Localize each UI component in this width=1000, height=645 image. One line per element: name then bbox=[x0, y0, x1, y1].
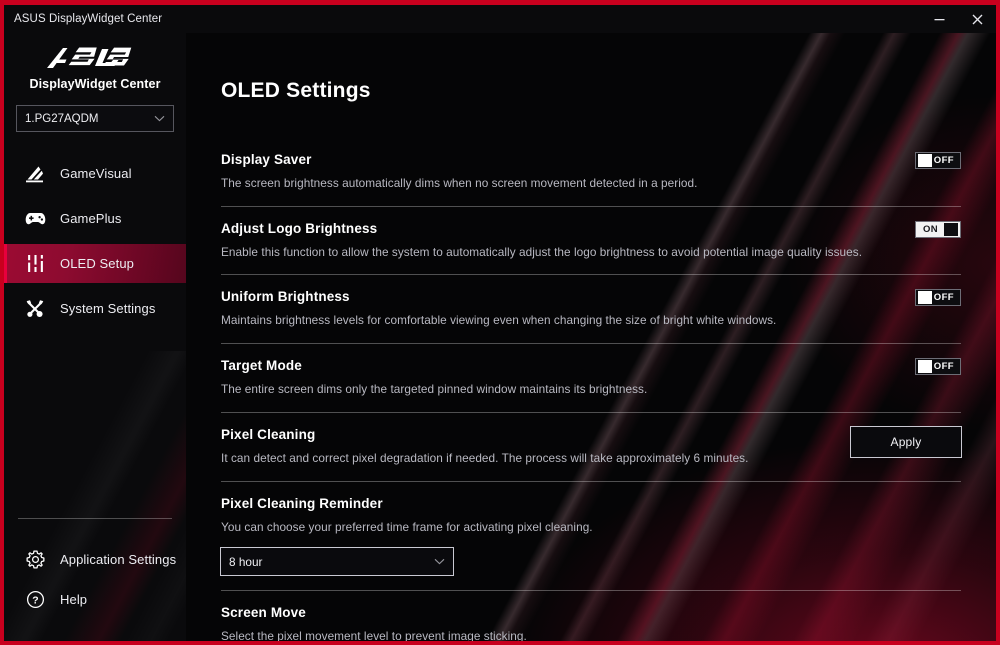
asus-logo bbox=[47, 47, 132, 68]
page-title: OLED Settings bbox=[221, 79, 371, 102]
minimize-icon bbox=[934, 18, 944, 20]
setting-title: Screen Move bbox=[221, 605, 306, 621]
setting-row-pixel-cleaning-reminder: Pixel Cleaning Reminder You can choose y… bbox=[220, 482, 996, 592]
setting-description: Enable this function to allow the system… bbox=[221, 244, 863, 259]
dropdown-value: 8 hour bbox=[229, 554, 263, 569]
sidebar-item-label: GameVisual bbox=[60, 166, 132, 181]
question-circle-icon: ? bbox=[24, 588, 46, 610]
uniform-brightness-toggle[interactable]: OFF bbox=[915, 289, 961, 307]
brand-subtitle: DisplayWidget Center bbox=[29, 77, 161, 91]
sidebar-nav: GameVisual GamePlus OLED Setup System Se… bbox=[4, 154, 186, 328]
sidebar-item-label: Help bbox=[60, 591, 88, 607]
setting-row-pixel-cleaning: Pixel Cleaning It can detect and correct… bbox=[221, 413, 996, 482]
sidebar-item-gameplus[interactable]: GamePlus bbox=[4, 199, 186, 238]
setting-title: Pixel Cleaning Reminder bbox=[221, 495, 383, 511]
content-scroll: OLED Settings Display Saver The screen b… bbox=[186, 33, 996, 641]
close-icon bbox=[972, 14, 982, 24]
sidebar-item-system-settings[interactable]: System Settings bbox=[4, 289, 186, 328]
svg-text:?: ? bbox=[32, 595, 38, 606]
setting-title: Adjust Logo Brightness bbox=[221, 220, 378, 236]
setting-title: Pixel Cleaning bbox=[221, 426, 316, 442]
setting-description: It can detect and correct pixel degradat… bbox=[221, 450, 749, 465]
sidebar-item-application-settings[interactable]: Application Settings bbox=[4, 541, 186, 577]
toggle-state-label: OFF bbox=[933, 155, 954, 166]
adjust-logo-brightness-toggle[interactable]: ON bbox=[915, 220, 961, 238]
target-mode-toggle[interactable]: OFF bbox=[915, 358, 961, 376]
setting-title: Target Mode bbox=[221, 358, 302, 374]
setting-description: Maintains brightness levels for comforta… bbox=[221, 313, 777, 328]
toggle-state-label: OFF bbox=[933, 361, 954, 373]
monitor-select-value: 1.PG27AQDM bbox=[25, 112, 99, 125]
sidebar-item-label: OLED Setup bbox=[60, 256, 134, 271]
window-controls bbox=[920, 5, 996, 33]
toggle-knob bbox=[918, 360, 932, 374]
setting-row-display-saver: Display Saver The screen brightness auto… bbox=[221, 138, 996, 207]
title-bar: ASUS DisplayWidget Center bbox=[4, 5, 996, 33]
app-window-frame: ASUS DisplayWidget Center DisplayWidget … bbox=[0, 0, 1000, 645]
sidebar-item-label: Application Settings bbox=[60, 551, 177, 567]
setting-row-screen-move: Screen Move Select the pixel movement le… bbox=[221, 591, 996, 641]
chevron-down-icon bbox=[154, 115, 165, 122]
sidebar-item-help[interactable]: ? Help bbox=[4, 581, 186, 617]
pixel-cleaning-reminder-dropdown[interactable]: 8 hour bbox=[220, 547, 455, 577]
setting-description: The screen brightness automatically dims… bbox=[221, 176, 698, 190]
setting-title: Display Saver bbox=[221, 152, 312, 167]
setting-description: You can choose your preferred time frame… bbox=[221, 519, 593, 534]
setting-row-uniform-brightness: Uniform Brightness Maintains brightness … bbox=[221, 275, 996, 345]
setting-row-target-mode: Target Mode The entire screen dims only … bbox=[221, 344, 996, 413]
gear-icon bbox=[24, 548, 46, 570]
setting-control: OFF bbox=[915, 358, 961, 376]
sidebar: DisplayWidget Center 1.PG27AQDM GameVisu… bbox=[4, 33, 186, 641]
content-area: OLED Settings Display Saver The screen b… bbox=[186, 33, 996, 641]
setting-row-adjust-logo-brightness: Adjust Logo Brightness Enable this funct… bbox=[221, 207, 996, 276]
toggle-knob bbox=[944, 222, 958, 236]
sidebar-item-label: GamePlus bbox=[60, 211, 122, 226]
setting-control: OFF bbox=[915, 289, 961, 307]
display-saver-toggle[interactable]: OFF bbox=[915, 152, 961, 169]
gamevisual-icon bbox=[24, 163, 46, 185]
setting-control: ON bbox=[915, 220, 961, 238]
minimize-button[interactable] bbox=[920, 5, 958, 33]
sidebar-item-oled-setup[interactable]: OLED Setup bbox=[4, 244, 186, 283]
window-title: ASUS DisplayWidget Center bbox=[14, 13, 163, 25]
window-body: DisplayWidget Center 1.PG27AQDM GameVisu… bbox=[4, 33, 996, 641]
monitor-selector-wrap: 1.PG27AQDM bbox=[16, 105, 174, 132]
apply-button[interactable]: Apply bbox=[850, 425, 962, 458]
application-window: ASUS DisplayWidget Center DisplayWidget … bbox=[4, 5, 996, 641]
gamepad-icon bbox=[24, 208, 46, 230]
toggle-state-label: ON bbox=[923, 223, 939, 235]
apply-button-label: Apply bbox=[890, 434, 922, 449]
toggle-knob bbox=[918, 154, 932, 167]
toggle-state-label: OFF bbox=[933, 292, 954, 304]
close-button[interactable] bbox=[958, 5, 996, 33]
setting-description: Select the pixel movement level to preve… bbox=[221, 629, 527, 641]
monitor-select-dropdown[interactable]: 1.PG27AQDM bbox=[16, 105, 174, 132]
brand-block: DisplayWidget Center bbox=[4, 33, 186, 91]
sidebar-item-label: System Settings bbox=[60, 301, 156, 316]
sliders-icon bbox=[24, 253, 46, 275]
setting-control: OFF bbox=[915, 152, 961, 169]
setting-title: Uniform Brightness bbox=[221, 289, 350, 305]
setting-control: Apply bbox=[850, 425, 962, 458]
chevron-down-icon bbox=[434, 559, 445, 565]
toggle-knob bbox=[918, 291, 932, 305]
tools-icon bbox=[24, 298, 46, 320]
setting-description: The entire screen dims only the targeted… bbox=[221, 382, 648, 397]
sidebar-item-gamevisual[interactable]: GameVisual bbox=[4, 154, 186, 193]
sidebar-nav-bottom: Application Settings ? Help bbox=[4, 519, 186, 641]
